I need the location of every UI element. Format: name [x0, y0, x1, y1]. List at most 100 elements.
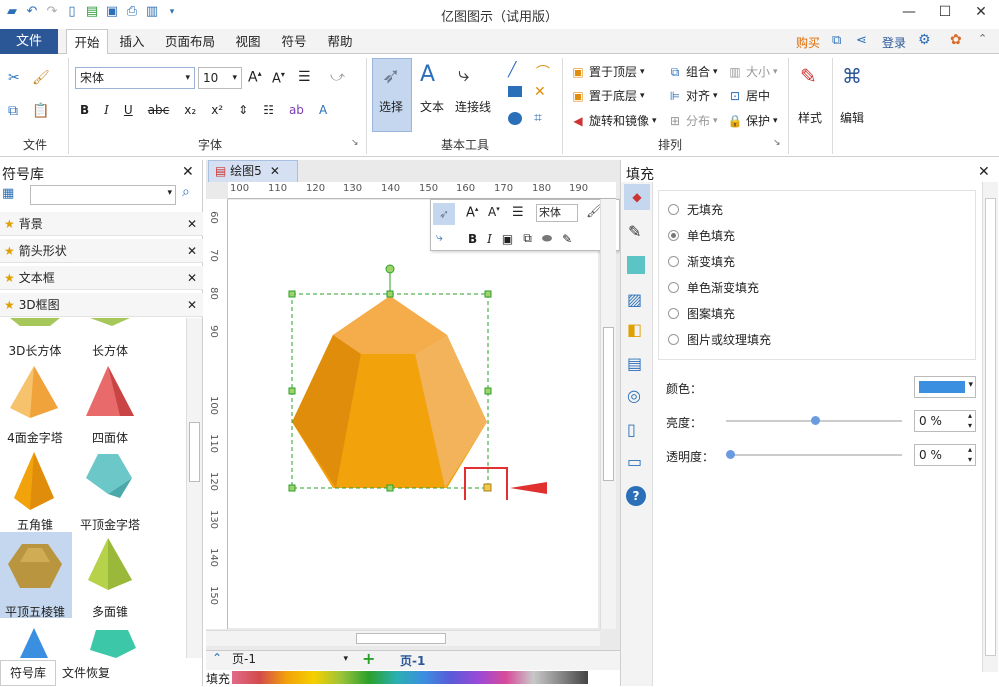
- transparency-slider-track[interactable]: [730, 454, 902, 456]
- attachment-tab-icon[interactable]: ▯: [627, 420, 636, 439]
- resize-handle[interactable]: [288, 484, 296, 492]
- comment-tab-icon[interactable]: ▭: [627, 452, 642, 471]
- help-icon[interactable]: ?: [626, 486, 646, 506]
- mini-bold-icon[interactable]: B: [468, 232, 477, 246]
- line-icon[interactable]: ╱: [508, 62, 516, 78]
- close-icon[interactable]: ✕: [187, 239, 197, 263]
- italic-icon[interactable]: I: [104, 103, 109, 117]
- library-item-arrow-shapes[interactable]: ★ 箭头形状 ✕: [0, 239, 203, 263]
- canvas-horizontal-scrollbar[interactable]: [206, 630, 600, 646]
- close-icon[interactable]: ✕: [187, 266, 197, 290]
- resize-handle[interactable]: [484, 387, 492, 395]
- tab-insert[interactable]: 插入: [112, 29, 152, 54]
- fill-panel-scrollbar[interactable]: [982, 182, 998, 672]
- center-button[interactable]: ⊡ 居中: [727, 87, 770, 104]
- minimize-button[interactable]: —: [891, 0, 927, 24]
- style-icon[interactable]: ✎: [800, 64, 817, 88]
- resize-handle[interactable]: [288, 290, 296, 298]
- mini-connector-icon[interactable]: ⤷: [436, 230, 443, 245]
- resize-handle[interactable]: [484, 290, 492, 298]
- tab-symbol-library[interactable]: 符号库: [0, 660, 56, 686]
- mini-shrink-font-icon[interactable]: A▾: [488, 205, 500, 219]
- brightness-slider-thumb[interactable]: [811, 416, 820, 425]
- canvas-vertical-scrollbar[interactable]: [600, 199, 616, 629]
- mini-line-color-icon[interactable]: ✎: [562, 232, 572, 246]
- layers-tab-icon[interactable]: ◧: [627, 320, 642, 339]
- color-palette-strip[interactable]: [232, 671, 588, 684]
- font-color-brush-icon[interactable]: ab: [289, 103, 304, 117]
- share-icon[interactable]: ⋖: [856, 33, 867, 48]
- ellipse-icon[interactable]: [508, 112, 522, 125]
- radio-gradient-fill[interactable]: 渐变填充: [668, 248, 735, 274]
- copy-icon[interactable]: ⧉: [8, 103, 18, 119]
- dialog-launcher-icon[interactable]: ↘: [773, 138, 781, 148]
- font-size-select[interactable]: 10 ▾: [198, 67, 242, 89]
- close-icon[interactable]: ✕: [187, 293, 197, 317]
- style-button-label[interactable]: 样式: [798, 109, 822, 126]
- resize-handle[interactable]: [288, 387, 296, 395]
- tab-view[interactable]: 视图: [228, 29, 268, 54]
- chevron-up-icon[interactable]: ⌃: [212, 651, 222, 665]
- search-icon[interactable]: ⌕: [182, 184, 190, 200]
- shrink-font-icon[interactable]: A▾: [272, 70, 285, 86]
- corner-resize-handle[interactable]: [483, 483, 492, 492]
- brightness-input[interactable]: 0 % ▴ ▾: [914, 410, 976, 432]
- underline-icon[interactable]: U: [124, 103, 133, 117]
- line-tab-icon[interactable]: ✎: [628, 222, 641, 241]
- document-tab[interactable]: ▤ 绘图5 ✕: [208, 160, 298, 182]
- size-button[interactable]: ▥ 大小 ▾: [727, 63, 777, 80]
- close-icon[interactable]: ✕: [270, 164, 280, 178]
- mini-italic-icon[interactable]: I: [487, 232, 492, 246]
- mini-fill-icon[interactable]: ▣: [502, 232, 513, 246]
- library-grid-icon[interactable]: ▦: [2, 186, 14, 201]
- settings-gear-icon[interactable]: ⚙: [918, 32, 931, 48]
- scroll-thumb[interactable]: [603, 327, 614, 481]
- distribute-button[interactable]: ⊞ 分布 ▾: [667, 112, 718, 129]
- align-text-icon[interactable]: ☰: [298, 69, 311, 85]
- radio-texture-fill[interactable]: 图片或纹理填充: [668, 326, 771, 352]
- mini-grow-font-icon[interactable]: A▴: [466, 205, 478, 220]
- share-screen-icon[interactable]: ⧉: [832, 33, 841, 48]
- resize-handle[interactable]: [386, 290, 394, 298]
- ribbon-collapse-icon[interactable]: ⌃: [978, 32, 987, 45]
- shadow-tab-icon[interactable]: [627, 256, 645, 274]
- page-tab[interactable]: 页-1: [400, 652, 425, 669]
- file-menu-button[interactable]: 文件: [0, 29, 58, 54]
- close-icon[interactable]: ✕: [187, 212, 197, 236]
- tab-file-recovery[interactable]: 文件恢复: [62, 664, 110, 681]
- subscript-icon[interactable]: x₂: [184, 103, 196, 117]
- edit-button-label[interactable]: 编辑: [840, 109, 864, 126]
- fill-tab-icon[interactable]: ◆: [624, 184, 650, 210]
- scroll-thumb[interactable]: [189, 422, 200, 482]
- color-picker-button[interactable]: ▾: [914, 376, 976, 398]
- tab-home[interactable]: 开始: [66, 29, 108, 55]
- sidebar-scrollbar[interactable]: [186, 318, 202, 658]
- library-item-text-box[interactable]: ★ 文本框 ✕: [0, 266, 203, 290]
- radio-solid-fill[interactable]: 单色填充: [668, 222, 735, 248]
- close-icon[interactable]: ✕: [182, 164, 194, 180]
- mini-align-icon[interactable]: ☰: [512, 205, 524, 220]
- paste-icon[interactable]: 📋: [32, 103, 49, 119]
- format-painter-icon[interactable]: 🖌: [32, 70, 50, 86]
- tab-help[interactable]: 帮助: [320, 29, 360, 54]
- strikethrough-icon[interactable]: abc: [148, 103, 170, 117]
- scroll-thumb[interactable]: [356, 633, 446, 644]
- radio-pattern-fill[interactable]: 图案填充: [668, 300, 735, 326]
- spin-arrows-icon[interactable]: ▴ ▾: [968, 445, 972, 465]
- buy-link[interactable]: 购买: [796, 34, 820, 51]
- text-tool-icon[interactable]: A: [420, 62, 435, 87]
- rectangle-icon[interactable]: [508, 86, 522, 97]
- maximize-button[interactable]: ☐: [927, 0, 963, 24]
- mini-select-icon[interactable]: ➶: [433, 203, 455, 225]
- tab-symbols[interactable]: 符号: [274, 29, 314, 54]
- hyperlink-tab-icon[interactable]: ◎: [627, 386, 641, 405]
- library-item-background[interactable]: ★ 背景 ✕: [0, 212, 203, 236]
- group-button[interactable]: ⧉ 组合 ▾: [667, 63, 718, 80]
- line-spacing-icon[interactable]: ⇕: [238, 103, 248, 117]
- radio-mono-gradient-fill[interactable]: 单色渐变填充: [668, 274, 759, 300]
- scroll-thumb[interactable]: [985, 198, 996, 656]
- crop-icon[interactable]: ⌗: [534, 110, 542, 126]
- library-item-3d-block[interactable]: ★ 3D框图 ✕: [0, 293, 203, 317]
- dialog-launcher-icon[interactable]: ↘: [351, 138, 359, 148]
- bring-to-front-button[interactable]: ▣ 置于顶层 ▾: [570, 63, 644, 80]
